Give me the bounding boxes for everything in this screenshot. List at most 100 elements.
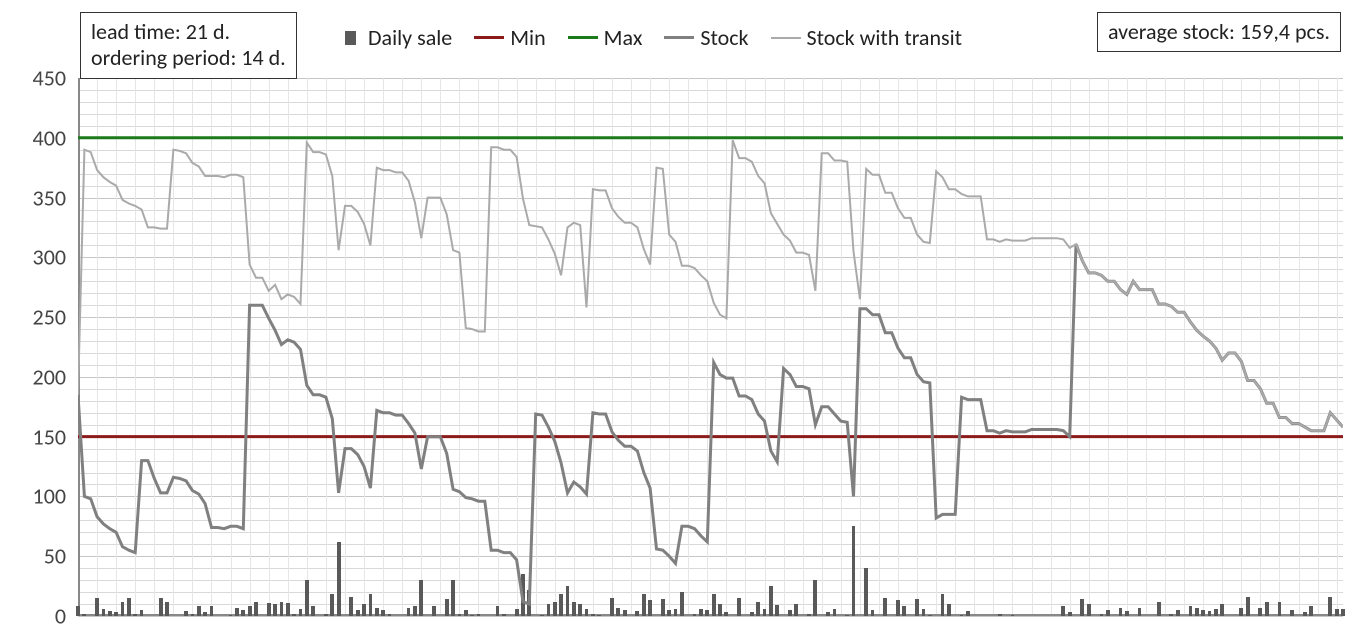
bar: [1011, 615, 1015, 616]
bar: [1195, 608, 1199, 616]
bar: [159, 598, 163, 616]
bar: [566, 586, 570, 616]
bar: [1328, 597, 1332, 616]
bar: [1106, 610, 1110, 616]
plot-area: [78, 78, 1343, 616]
bar: [718, 604, 722, 616]
legend-min: Min: [474, 24, 545, 51]
y-tick-label: 200: [6, 363, 66, 390]
bar: [864, 568, 868, 616]
bar: [102, 609, 106, 616]
bar: [280, 602, 284, 616]
bar: [775, 605, 779, 616]
bar: [324, 614, 328, 616]
bar: [330, 594, 334, 616]
bar: [705, 610, 709, 616]
bar: [349, 597, 353, 616]
bar: [661, 599, 665, 616]
bar: [623, 610, 627, 616]
bar: [292, 614, 296, 616]
bar: [1138, 608, 1142, 616]
bar: [451, 580, 455, 616]
bar: [133, 614, 137, 616]
bar: [763, 609, 767, 616]
bar: [311, 606, 315, 616]
bar: [750, 612, 754, 616]
line-swatch-icon: [771, 37, 801, 39]
bar: [852, 526, 856, 616]
bar: [432, 606, 436, 616]
bar: [1189, 606, 1193, 616]
bar: [254, 602, 258, 616]
bar: [998, 614, 1002, 616]
bar: [165, 602, 169, 616]
bar: [712, 594, 716, 616]
legend-stock-transit: Stock with transit: [771, 24, 963, 51]
lead-time-label: lead time: 21 d.: [91, 18, 230, 45]
bar: [902, 606, 906, 616]
y-tick-label: 100: [6, 483, 66, 510]
bar: [502, 614, 506, 616]
y-axis-labels: 050100150200250300350400450: [0, 78, 72, 616]
bar: [1258, 608, 1262, 616]
bar: [388, 614, 392, 616]
bar: [966, 611, 970, 616]
bar: [241, 610, 245, 616]
bar: [1239, 608, 1243, 616]
bar: [896, 600, 900, 616]
bar: [680, 592, 684, 616]
bar: [1100, 614, 1104, 616]
bar: [941, 594, 945, 616]
legend-daily-sale: Daily sale: [345, 24, 452, 51]
bar: [413, 606, 417, 616]
bar: [1290, 610, 1294, 616]
bar: [369, 594, 373, 616]
bar: [82, 614, 86, 616]
bar: [248, 606, 252, 616]
bar: [1265, 602, 1269, 616]
bar: [1303, 612, 1307, 616]
legend-max: Max: [568, 24, 643, 51]
avg-stock-label: average stock: 159,4 pcs.: [1108, 18, 1330, 45]
bar: [1125, 611, 1129, 616]
bar: [76, 606, 80, 616]
legend-label-stock: Stock: [700, 24, 748, 51]
bar: [127, 598, 131, 616]
bar: [883, 598, 887, 616]
legend: Daily sale Min Max Stock Stock with tran…: [345, 24, 962, 51]
bar: [693, 614, 697, 616]
bar: [960, 615, 964, 616]
bar: [1335, 609, 1339, 616]
bar: [737, 598, 741, 616]
bar: [121, 602, 125, 616]
bar: [547, 604, 551, 616]
bar: [419, 580, 423, 616]
bar: [210, 606, 214, 616]
legend-label-stock-transit: Stock with transit: [807, 24, 963, 51]
bar: [756, 602, 760, 616]
bar: [95, 598, 99, 616]
bar: [833, 609, 837, 616]
bar: [464, 610, 468, 616]
bar: [496, 606, 500, 616]
bar: [235, 608, 239, 616]
bar: [947, 604, 951, 616]
bar: [667, 610, 671, 616]
bar: [445, 599, 449, 616]
bar: [616, 608, 620, 616]
y-tick-label: 350: [6, 184, 66, 211]
bar: [1080, 599, 1084, 616]
bar: [928, 615, 932, 616]
bar: [1087, 604, 1091, 616]
bar: [470, 615, 474, 616]
bar: [362, 604, 366, 616]
bar: [1157, 602, 1161, 616]
bar: [458, 614, 462, 616]
line-swatch-icon: [474, 36, 504, 39]
bar: [845, 615, 849, 616]
bar: [356, 610, 360, 616]
bar: [813, 580, 817, 616]
bar: [273, 604, 277, 616]
bar: [381, 610, 385, 616]
bar: [826, 612, 830, 616]
